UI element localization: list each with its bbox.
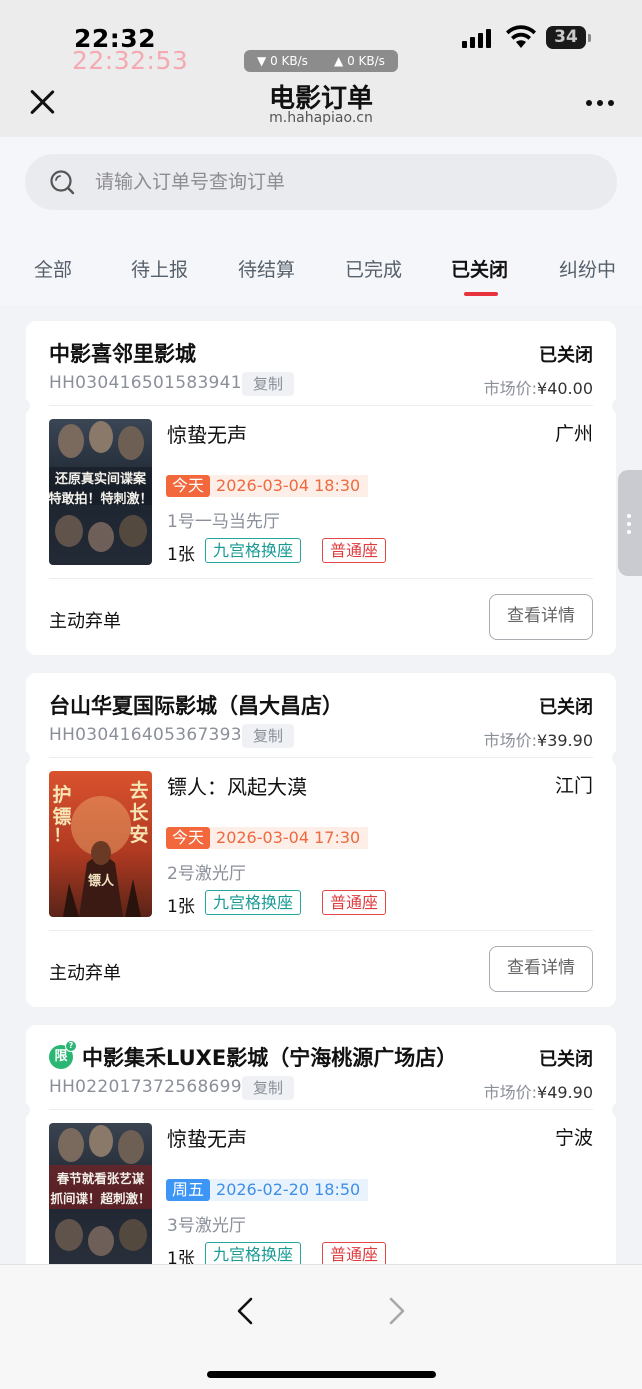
order-card: 中影喜邻里影城 已关闭 HH030416501583941 复制 市场价:¥40… xyxy=(22,321,620,655)
movie-poster[interactable]: 护 镖 ！ 去 长 安 镖人 xyxy=(49,771,152,917)
market-price: 市场价:¥39.90 xyxy=(484,727,593,751)
order-number: HH030416501583941 xyxy=(49,373,242,393)
price-value: ¥49.90 xyxy=(537,1083,593,1102)
active-tab-indicator xyxy=(464,292,498,296)
showtime-datetime: 2026-03-04 18:30 xyxy=(210,475,369,497)
download-speed: ▼ 0 KB/s xyxy=(257,54,308,68)
poster-tagline: 特敢拍！特刺激！ xyxy=(49,491,152,507)
svg-text:镖人: 镖人 xyxy=(88,873,115,889)
showtime: 今天 2026-03-04 18:30 xyxy=(166,475,369,497)
tab-pending-settlement[interactable]: 待结算 xyxy=(238,255,295,282)
hall-name: 1号一马当先厅 xyxy=(167,512,280,532)
seat-type-tag: 普通座 xyxy=(322,538,387,563)
price-label: 市场价: xyxy=(483,379,538,398)
top-bar: 22:32 22:32:53 ▼ 0 KB/s ▲ 0 KB/s 34 电影订单… xyxy=(0,0,642,137)
order-number: HH030416405367393 xyxy=(49,725,242,745)
cinema-name: 台山华夏国际影城（昌大昌店） xyxy=(49,694,343,718)
search-icon xyxy=(50,170,75,195)
movie-poster[interactable]: 还原真实间谍案 特敢拍！特刺激！ xyxy=(49,419,152,565)
movie-poster[interactable]: 春节就看张艺谋 抓间谍！超刺激！ xyxy=(49,1123,152,1269)
search-input[interactable] xyxy=(95,171,555,193)
copy-button[interactable]: 复制 xyxy=(242,372,295,396)
showtime-datetime: 2026-02-20 18:50 xyxy=(210,1179,369,1201)
svg-text:镖: 镖 xyxy=(52,805,71,828)
back-arrow-icon[interactable] xyxy=(226,1291,266,1331)
poster-tagline: 还原真实间谍案 xyxy=(54,471,147,487)
showtime-datetime: 2026-03-04 17:30 xyxy=(210,827,369,849)
wifi-icon xyxy=(506,25,536,48)
order-card: 台山华夏国际影城（昌大昌店） 已关闭 HH030416405367393 复制 … xyxy=(22,673,620,1007)
ticket-quantity: 1张 xyxy=(167,545,195,565)
order-status: 已关闭 xyxy=(539,1049,593,1070)
order-status-tabs: 全部 待上报 待结算 已完成 已关闭 纠纷中 xyxy=(0,237,642,301)
tab-completed[interactable]: 已完成 xyxy=(345,255,402,282)
battery-icon: 34 xyxy=(546,26,591,49)
price-label: 市场价: xyxy=(483,1083,538,1102)
filter-panel: 全部 待上报 待结算 已完成 已关闭 纠纷中 xyxy=(0,137,642,305)
movie-title: 镖人：风起大漠 xyxy=(167,775,307,799)
showtime-day: 今天 xyxy=(166,827,211,849)
tab-disputed[interactable]: 纠纷中 xyxy=(559,255,616,282)
city: 广州 xyxy=(554,423,593,445)
ticket-quantity: 1张 xyxy=(167,897,195,917)
price-value: ¥40.00 xyxy=(537,379,593,398)
hall-name: 3号激光厅 xyxy=(167,1216,246,1236)
search-bar[interactable] xyxy=(25,154,617,210)
seat-swap-tag: 九宫格换座 xyxy=(205,538,302,563)
svg-text:！: ！ xyxy=(54,826,71,846)
cinema-name: 中影集禾LUXE影城（宁海桃源广场店） xyxy=(82,1046,458,1070)
status-time-overlay: 22:32:53 xyxy=(72,46,189,75)
price-value: ¥39.90 xyxy=(537,731,593,750)
tab-pending-report[interactable]: 待上报 xyxy=(131,255,188,282)
side-drawer-handle[interactable] xyxy=(618,470,642,576)
city: 江门 xyxy=(554,775,593,797)
showtime: 今天 2026-03-04 17:30 xyxy=(166,827,369,849)
market-price: 市场价:¥49.90 xyxy=(484,1079,593,1103)
seat-swap-tag: 九宫格换座 xyxy=(205,890,302,915)
copy-button[interactable]: 复制 xyxy=(242,1076,295,1100)
hall-name: 2号激光厅 xyxy=(167,864,246,884)
movie-title: 惊蛰无声 xyxy=(167,423,247,447)
svg-text:长: 长 xyxy=(129,802,149,824)
forward-arrow-icon[interactable] xyxy=(376,1291,416,1331)
order-number: HH022017372568699 xyxy=(49,1077,242,1097)
tab-all[interactable]: 全部 xyxy=(34,255,72,282)
more-options-icon[interactable] xyxy=(586,100,614,106)
limited-badge-icon: 限? xyxy=(49,1040,77,1069)
showtime: 周五 2026-02-20 18:50 xyxy=(166,1179,369,1201)
movie-title: 惊蛰无声 xyxy=(167,1127,247,1151)
network-speed-indicator: ▼ 0 KB/s ▲ 0 KB/s xyxy=(244,50,398,72)
poster-tagline: 春节就看张艺谋 xyxy=(56,1171,145,1186)
poster-tagline: 抓间谍！超刺激！ xyxy=(50,1191,150,1206)
cellular-signal-icon xyxy=(462,28,491,48)
copy-button[interactable]: 复制 xyxy=(242,724,295,748)
order-status: 已关闭 xyxy=(539,697,593,718)
market-price: 市场价:¥40.00 xyxy=(484,375,593,399)
svg-text:去: 去 xyxy=(129,779,148,802)
browser-nav-bar xyxy=(0,1264,642,1389)
showtime-day: 周五 xyxy=(166,1179,211,1201)
cinema-name: 中影喜邻里影城 xyxy=(49,342,196,366)
svg-text:安: 安 xyxy=(129,823,148,846)
page-domain: m.hahapiao.cn xyxy=(269,110,373,126)
city: 宁波 xyxy=(554,1127,593,1149)
seat-type-tag: 普通座 xyxy=(322,890,387,915)
upload-speed: ▲ 0 KB/s xyxy=(334,54,385,68)
order-status: 已关闭 xyxy=(539,345,593,366)
price-label: 市场价: xyxy=(483,731,538,750)
view-details-button[interactable]: 查看详情 xyxy=(489,946,593,992)
tab-closed[interactable]: 已关闭 xyxy=(451,255,508,282)
abandon-order-button[interactable]: 主动弃单 xyxy=(49,959,121,985)
abandon-order-button[interactable]: 主动弃单 xyxy=(49,607,121,633)
view-details-button[interactable]: 查看详情 xyxy=(489,594,593,640)
home-indicator[interactable] xyxy=(207,1371,436,1378)
svg-text:护: 护 xyxy=(52,783,71,806)
showtime-day: 今天 xyxy=(166,475,211,497)
